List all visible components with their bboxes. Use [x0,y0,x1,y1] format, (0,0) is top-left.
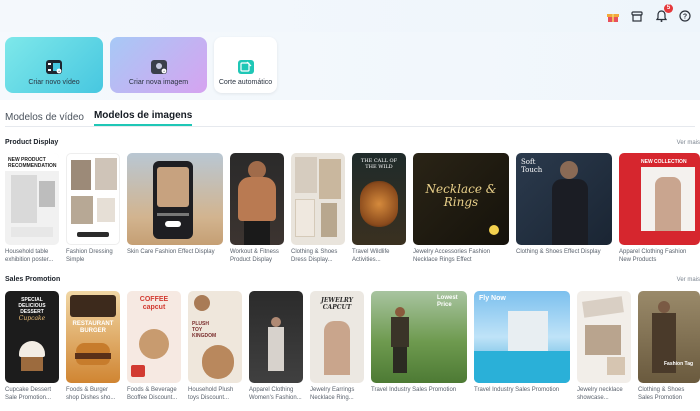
template-thumbnail: Lowest Price [371,291,467,383]
template-thumbnail: Soft Touch [516,153,612,245]
template-card[interactable]: Soft Touch Clothing & Shoes Effect Displ… [516,153,612,264]
thumb-headline: NEW PRODUCT RECOMMENDATION [8,157,57,169]
template-card[interactable]: Lowest Price Travel Industry Sales Promo… [371,291,467,402]
notification-badge: 5 [664,4,673,13]
template-thumbnail: Fly Now [474,291,570,383]
template-thumbnail [291,153,345,245]
thumb-subheadline: Cupcake [18,315,46,322]
thumb-headline: NEW COLLECTION [641,159,687,165]
template-caption: Clothing & Shoes Dress Display... [291,249,338,263]
top-icons: 5 ? [606,4,692,23]
top-bar: 5 ? [0,0,700,32]
template-thumbnail: Fashion Tag [638,291,700,383]
see-more-product-display[interactable]: Ver mais [677,140,700,146]
quick-actions-band [0,32,700,100]
template-thumbnail: THE CALL OF THE WILD [352,153,406,245]
thumb-headline: THE CALL OF THE WILD [360,158,398,170]
template-caption: Household table exhibition poster... [5,249,54,263]
template-thumbnail: RESTAURANT BURGER [66,291,120,383]
template-caption: Fashion Dressing Simple Information... [66,249,113,263]
template-caption: Jewelry Accessories Fashion Necklace Rin… [413,249,491,263]
template-thumbnail [127,153,223,245]
create-video-label: Criar novo vídeo [28,79,80,86]
template-thumbnail [230,153,284,245]
template-thumbnail: Necklace & Rings [413,153,509,245]
template-card[interactable]: PLUSH TOY KINGDOM Household Plush toys D… [188,291,242,402]
template-caption: Household Plush toys Discount... [188,387,234,401]
template-card[interactable]: NEW COLLECTION Apparel Clothing Fashion … [619,153,700,264]
create-video-button[interactable]: + Criar novo vídeo [5,37,103,93]
gift-icon[interactable] [606,9,620,23]
thumb-headline: Lowest Price [437,295,458,308]
template-caption: Foods & Burger shop Dishes sho... [66,387,116,401]
template-caption: Travel Wildlife Activities... [352,249,390,263]
thumb-headline: PLUSH TOY KINGDOM [192,321,217,339]
store-icon[interactable] [630,9,644,23]
template-caption: Apparel Clothing Women's Fashion... [249,387,302,401]
template-thumbnail: PLUSH TOY KINGDOM [188,291,242,383]
thumb-headline: SPECIAL DELICIOUS DESSERT [18,297,46,315]
template-tabs: Modelos de vídeo Modelos de imagens [5,110,193,126]
tabs-divider [5,126,695,127]
template-card[interactable]: Apparel Clothing Women's Fashion... [249,291,303,402]
template-caption: Clothing & Shoes Sales Promotion [638,387,685,401]
thumb-headline: RESTAURANT BURGER [72,321,114,334]
section-title-sales-promotion: Sales Promotion [5,276,61,283]
create-image-label: Criar nova imagem [128,79,189,86]
template-card[interactable]: Fashion Dressing Simple Information... [66,153,120,264]
template-card[interactable]: Clothing & Shoes Dress Display... [291,153,345,264]
template-card[interactable]: SPECIAL DELICIOUS DESSERT Cupcake Cupcak… [5,291,59,402]
template-card[interactable]: Skin Care Fashion Effect Display [127,153,223,264]
template-card[interactable]: Fly Now Travel Industry Sales Promotion [474,291,570,402]
bell-icon[interactable]: 5 [654,4,673,23]
see-more-sales-promotion[interactable]: Ver mais [677,277,700,283]
template-card[interactable]: Fashion Tag Clothing & Shoes Sales Promo… [638,291,700,402]
template-thumbnail: COFFEE capcut [127,291,181,383]
template-caption: Apparel Clothing Fashion New Products [619,249,687,263]
thumb-headline: Necklace & Rings [425,182,497,209]
tab-video-templates[interactable]: Modelos de vídeo [5,112,84,126]
auto-cut-icon [237,60,254,74]
film-icon: + [46,60,62,74]
template-thumbnail [249,291,303,383]
template-card[interactable]: RESTAURANT BURGER Foods & Burger shop Di… [66,291,120,402]
thumb-headline: COFFEE capcut [139,296,169,311]
template-card[interactable]: COFFEE capcut Foods & Beverage Bcoffee D… [127,291,181,402]
template-thumbnail: NEW PRODUCT RECOMMENDATION [5,153,59,245]
image-add-icon: + [150,60,167,74]
template-card[interactable]: Workout & Fitness Product Display [230,153,284,264]
template-caption: Cupcake Dessert Sale Promotion... [5,387,52,401]
template-card[interactable]: NEW PRODUCT RECOMMENDATION Household tab… [5,153,59,264]
template-caption: Jewelry Earrings Necklace Ring... [310,387,355,401]
template-caption: Skin Care Fashion Effect Display [127,249,215,255]
template-card[interactable]: Necklace & Rings Jewelry Accessories Fas… [413,153,509,264]
template-thumbnail [66,153,120,245]
template-caption: Travel Industry Sales Promotion [474,387,560,393]
template-card[interactable]: JEWELRY CAPCUT Jewelry Earrings Necklace… [310,291,364,402]
template-caption: Clothing & Shoes Effect Display [516,249,601,255]
thumb-headline: Soft Touch [521,158,543,174]
thumb-headline: JEWELRY CAPCUT [320,297,354,311]
thumb-headline: Fashion Tag [664,361,694,367]
create-image-button[interactable]: + Criar nova imagem [110,37,207,93]
svg-text:?: ? [683,14,687,21]
template-thumbnail: SPECIAL DELICIOUS DESSERT Cupcake [5,291,59,383]
template-card[interactable]: THE CALL OF THE WILD Travel Wildlife Act… [352,153,406,264]
template-thumbnail: JEWELRY CAPCUT [310,291,364,383]
tab-image-templates[interactable]: Modelos de imagens [93,110,193,126]
auto-cut-label: Corte automático [218,79,273,86]
template-thumbnail: NEW COLLECTION [619,153,700,245]
help-icon[interactable]: ? [678,9,692,23]
section-title-product-display: Product Display [5,139,59,146]
template-caption: Jewelry necklace showcase... [577,387,623,401]
template-caption: Travel Industry Sales Promotion [371,387,457,393]
template-card[interactable]: Jewelry necklace showcase... [577,291,631,402]
template-thumbnail [577,291,631,383]
auto-cut-button[interactable]: Corte automático [214,37,277,93]
template-caption: Foods & Beverage Bcoffee Discount... [127,387,178,401]
thumb-headline: Fly Now [479,295,506,302]
template-caption: Workout & Fitness Product Display [230,249,279,263]
